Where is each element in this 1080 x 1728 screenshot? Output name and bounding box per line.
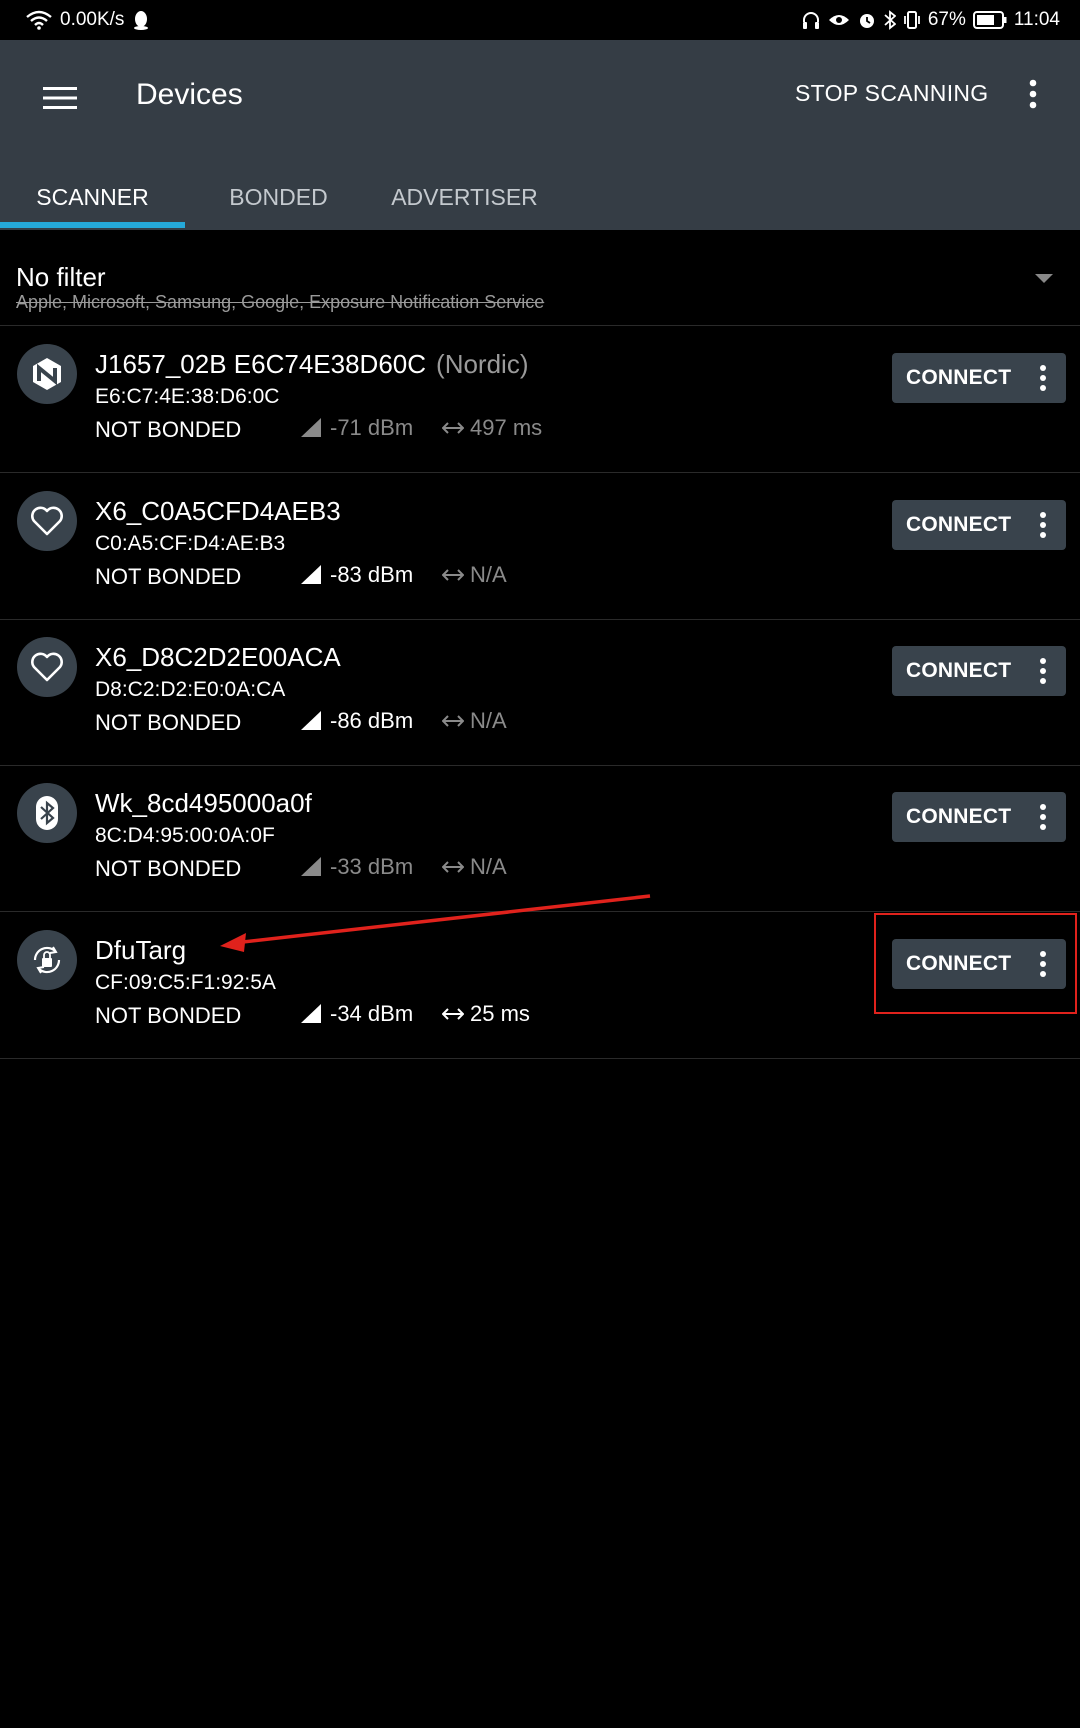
- more-vert-icon[interactable]: [1032, 801, 1054, 833]
- device-name: X6_C0A5CFD4AEB3: [95, 496, 341, 526]
- device-address: D8:C2:D2:E0:0A:CA: [95, 678, 286, 701]
- bond-state: NOT BONDED: [95, 564, 242, 589]
- vibrate-icon: [903, 10, 921, 30]
- advertising-interval: N/A: [442, 708, 507, 734]
- signal-icon: [301, 1004, 321, 1023]
- bluetooth-icon: [17, 783, 77, 843]
- qq-notification-icon: [132, 10, 150, 30]
- device-address: 8C:D4:95:00:0A:0F: [95, 824, 275, 847]
- nordic-icon: [17, 344, 77, 404]
- dropdown-arrow-icon: [1035, 274, 1053, 283]
- device-vendor: (Nordic): [436, 349, 529, 379]
- more-vert-icon[interactable]: [1032, 362, 1054, 394]
- device-name: X6_D8C2D2E00ACA: [95, 642, 341, 672]
- connect-button[interactable]: CONNECT: [892, 646, 1066, 696]
- device-address: CF:09:C5:F1:92:5A: [95, 971, 276, 994]
- interval-arrows-icon: [442, 861, 464, 873]
- tab-scanner[interactable]: SCANNER: [0, 164, 185, 230]
- dfu-icon: [17, 930, 77, 990]
- device-name: Wk_8cd495000a0f: [95, 788, 312, 818]
- signal-icon: [301, 418, 321, 437]
- bond-state: NOT BONDED: [95, 710, 242, 735]
- connect-button[interactable]: CONNECT: [892, 792, 1066, 842]
- rssi: -86 dBm: [300, 708, 413, 734]
- signal-icon: [301, 857, 321, 876]
- eye-icon: [828, 12, 850, 28]
- device-address: E6:C7:4E:38:D6:0C: [95, 385, 280, 408]
- more-vert-icon[interactable]: [1032, 509, 1054, 541]
- device-name: DfuTarg: [95, 935, 187, 965]
- battery-percent: 67%: [927, 9, 966, 30]
- tab-advertiser[interactable]: ADVERTISER: [372, 164, 557, 230]
- advertising-interval: N/A: [442, 854, 507, 880]
- interval-arrows-icon: [442, 422, 464, 434]
- device-address: C0:A5:CF:D4:AE:B3: [95, 532, 286, 555]
- advertising-interval: 497 ms: [442, 415, 542, 441]
- annotation-highlight-box: [874, 913, 1077, 1014]
- rssi: -34 dBm: [300, 1001, 413, 1027]
- filter-dropdown[interactable]: No filter Apple, Microsoft, Samsung, Goo…: [0, 230, 1080, 326]
- overflow-menu-button[interactable]: [1018, 76, 1048, 116]
- bond-state: NOT BONDED: [95, 1003, 242, 1028]
- interval-arrows-icon: [442, 715, 464, 727]
- rssi: -33 dBm: [300, 854, 413, 880]
- page-title: Devices: [136, 78, 243, 111]
- connect-button[interactable]: CONNECT: [892, 500, 1066, 550]
- bond-state: NOT BONDED: [95, 856, 242, 881]
- tab-indicator: [0, 222, 185, 228]
- bluetooth-status-icon: [884, 10, 896, 30]
- app-bar: Devices STOP SCANNING SCANNER BONDED ADV…: [0, 40, 1080, 230]
- device-row[interactable]: X6_D8C2D2E00ACA D8:C2:D2:E0:0A:CA NOT BO…: [0, 620, 1080, 766]
- hamburger-menu-icon: [43, 86, 77, 115]
- rssi: -83 dBm: [300, 562, 413, 588]
- device-row[interactable]: X6_C0A5CFD4AEB3 C0:A5:CF:D4:AE:B3 NOT BO…: [0, 474, 1080, 620]
- more-vert-icon[interactable]: [1032, 655, 1054, 687]
- status-bar: 0.00K/s 67% 11:04: [0, 0, 1080, 40]
- filter-title: No filter: [16, 262, 106, 292]
- tab-bar: SCANNER BONDED ADVERTISER: [0, 164, 1080, 230]
- clock: 11:04: [1013, 9, 1060, 30]
- rssi: -71 dBm: [300, 415, 413, 441]
- tab-bonded[interactable]: BONDED: [185, 164, 372, 230]
- device-name: J1657_02B E6C74E38D60C (Nordic): [95, 349, 529, 379]
- stop-scanning-button[interactable]: STOP SCANNING: [795, 80, 988, 107]
- heart-icon: [17, 637, 77, 697]
- advertising-interval: N/A: [442, 562, 507, 588]
- signal-icon: [301, 711, 321, 730]
- menu-button[interactable]: [30, 70, 90, 130]
- alarm-icon: [857, 10, 877, 30]
- more-vert-icon: [1029, 79, 1037, 114]
- heart-icon: [17, 491, 77, 551]
- bond-state: NOT BONDED: [95, 417, 242, 442]
- filter-subtitle: Apple, Microsoft, Samsung, Google, Expos…: [16, 292, 545, 312]
- battery-icon: [972, 11, 1007, 29]
- interval-arrows-icon: [442, 569, 464, 581]
- wifi-icon: [26, 10, 52, 30]
- device-row[interactable]: J1657_02B E6C74E38D60C (Nordic) E6:C7:4E:…: [0, 327, 1080, 473]
- network-speed: 0.00K/s: [60, 9, 125, 30]
- connect-button[interactable]: CONNECT: [892, 353, 1066, 403]
- advertising-interval: 25 ms: [442, 1001, 530, 1027]
- signal-icon: [301, 565, 321, 584]
- interval-arrows-icon: [442, 1008, 464, 1020]
- device-row[interactable]: Wk_8cd495000a0f 8C:D4:95:00:0A:0F NOT BO…: [0, 766, 1080, 912]
- headphones-icon: [801, 10, 821, 30]
